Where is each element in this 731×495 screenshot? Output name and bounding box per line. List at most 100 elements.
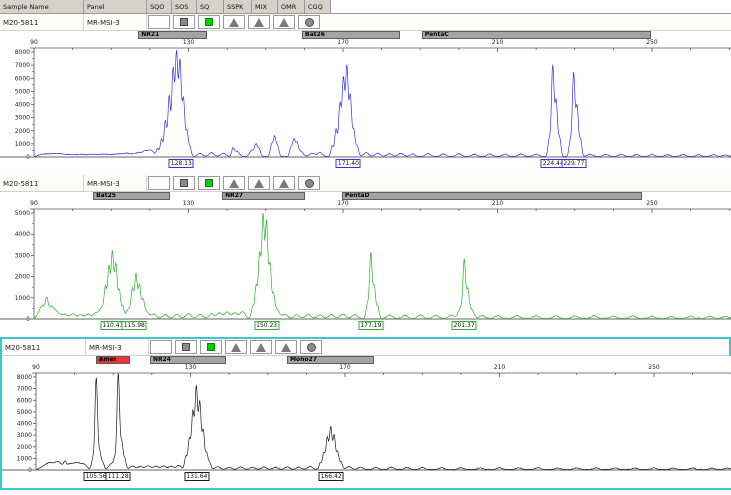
header-filler	[331, 0, 731, 13]
flag-cgq-cell[interactable]	[298, 15, 320, 29]
flag-omr-cell[interactable]	[273, 176, 295, 190]
gray-triangle-icon	[254, 17, 264, 27]
peak-call-label[interactable]: 201.37	[451, 321, 477, 330]
gray-triangle-icon	[279, 17, 289, 27]
flag-sspk-cell[interactable]	[223, 15, 245, 29]
gray-square-icon	[180, 18, 188, 26]
y-tick-label: 3000	[15, 115, 30, 122]
gray-circle-icon	[306, 342, 316, 352]
gray-triangle-icon	[256, 342, 266, 352]
y-tick-label: 1000	[15, 295, 30, 302]
flag-sq-cell[interactable]	[198, 15, 220, 29]
peak-call-label[interactable]: 128.13	[168, 159, 194, 168]
electropherogram-trace	[34, 50, 731, 158]
gray-circle-icon	[304, 17, 314, 27]
quality-grid-header: Sample Name Panel SQO SOS SQ SSPK MIX OM…	[0, 0, 731, 14]
y-tick-label: 7000	[15, 62, 30, 69]
gray-triangle-icon	[254, 178, 264, 188]
green-square-icon	[205, 18, 213, 26]
y-tick-label: 4000	[17, 421, 32, 428]
panel-name-cell: MR-MSI-3	[86, 339, 149, 355]
flag-sqo-cell[interactable]	[148, 15, 170, 29]
panel-name-cell: MR-MSI-3	[84, 175, 147, 191]
header-sspk: SSPK	[224, 0, 252, 13]
peak-call-label[interactable]: 177.19	[358, 321, 384, 330]
peak-call-label[interactable]: 131.64	[184, 472, 210, 481]
y-tick-label: 3000	[15, 252, 30, 259]
y-tick-label: 1000	[17, 455, 32, 462]
flag-omr-cell[interactable]	[275, 340, 297, 354]
y-tick-label: 2000	[15, 128, 30, 135]
y-tick-label: 6000	[15, 75, 30, 82]
flag-sos-cell[interactable]	[173, 15, 195, 29]
panel-name-cell: MR-MSI-3	[84, 14, 147, 30]
gray-square-icon	[182, 343, 190, 351]
gray-triangle-icon	[279, 178, 289, 188]
y-tick-label: 5000	[15, 210, 30, 217]
peak-call-label[interactable]: 171.40	[335, 159, 361, 168]
y-tick-label: 3000	[17, 432, 32, 439]
gray-triangle-icon	[229, 178, 239, 188]
flag-mix-cell[interactable]	[248, 176, 270, 190]
y-tick-label: 4000	[15, 231, 30, 238]
trace-chart[interactable]: 010002000300040005000600070008000	[2, 356, 731, 488]
flag-sspk-cell[interactable]	[225, 340, 247, 354]
header-sample-name: Sample Name	[0, 0, 84, 13]
y-tick-label: 1000	[15, 141, 30, 148]
peak-call-label[interactable]: 115.98	[121, 321, 147, 330]
sample-name-cell: M20-5811	[0, 175, 84, 191]
peak-call-label[interactable]: 111.28	[105, 472, 131, 481]
y-tick-label: 4000	[15, 102, 30, 109]
y-tick-label: 2000	[15, 274, 30, 281]
electropherogram-panel-green: M20-5811 MR-MSI-3 Bat25 NR27 PentaD 90 130 170 2…	[0, 175, 731, 337]
y-tick-label: 7000	[17, 386, 32, 393]
flag-sqo-cell[interactable]	[150, 340, 172, 354]
flag-cgq-cell[interactable]	[300, 340, 322, 354]
green-square-icon	[205, 179, 213, 187]
flag-mix-cell[interactable]	[250, 340, 272, 354]
flag-omr-cell[interactable]	[273, 15, 295, 29]
peak-call-label[interactable]: 166.42	[318, 472, 344, 481]
peak-call-label[interactable]: 229.77	[561, 159, 587, 168]
sample-name-cell: M20-5811	[0, 14, 84, 30]
gray-triangle-icon	[231, 342, 241, 352]
header-omr: OMR	[278, 0, 305, 13]
electropherogram-trace	[36, 373, 731, 471]
sample-row[interactable]: M20-5811 MR-MSI-3	[0, 175, 731, 192]
sample-row[interactable]: M20-5811 MR-MSI-3	[2, 339, 729, 356]
plot-area: AmelNR24Mono2790130170210250010002000300…	[2, 356, 731, 488]
plot-area: NR21Bat26PentaC9013017021025001000200030…	[0, 31, 731, 175]
gray-triangle-icon	[229, 17, 239, 27]
y-tick-label: 8000	[17, 374, 32, 381]
y-tick-label: 2000	[17, 444, 32, 451]
y-tick-label: 5000	[17, 409, 32, 416]
y-tick-label: 5000	[15, 88, 30, 95]
flag-sspk-cell[interactable]	[223, 176, 245, 190]
flag-cgq-cell[interactable]	[298, 176, 320, 190]
gray-circle-icon	[304, 178, 314, 188]
gray-square-icon	[180, 179, 188, 187]
peak-call-label[interactable]: 150.23	[254, 321, 280, 330]
electropherogram-panel-black: M20-5811 MR-MSI-3 Amel NR24 Mono27 90 130 170 21…	[0, 337, 731, 490]
header-sq: SQ	[197, 0, 224, 13]
flag-sqo-cell[interactable]	[148, 176, 170, 190]
flag-sos-cell[interactable]	[175, 340, 197, 354]
flag-sq-cell[interactable]	[200, 340, 222, 354]
electropherogram-panel-blue: M20-5811 MR-MSI-3 NR21 Bat26 PentaC 90 130 170 2…	[0, 14, 731, 175]
header-mix: MIX	[252, 0, 278, 13]
header-sos: SOS	[172, 0, 197, 13]
gray-triangle-icon	[281, 342, 291, 352]
sample-row[interactable]: M20-5811 MR-MSI-3	[0, 14, 731, 31]
genemarker-msi-window: { "header": { "columns": ["Sample Name",…	[0, 0, 731, 495]
plot-area: Bat25NR27PentaD9013017021025001000200030…	[0, 192, 731, 337]
trace-chart[interactable]: 010002000300040005000	[0, 192, 731, 337]
quality-flags	[149, 339, 325, 355]
electropherogram-trace	[34, 212, 731, 320]
flag-mix-cell[interactable]	[248, 15, 270, 29]
flag-sos-cell[interactable]	[173, 176, 195, 190]
quality-flags	[147, 175, 323, 191]
header-cgq: CGQ	[305, 0, 331, 13]
sample-name-cell: M20-5811	[2, 339, 86, 355]
flag-sq-cell[interactable]	[198, 176, 220, 190]
trace-chart[interactable]: 010002000300040005000600070008000	[0, 31, 731, 175]
